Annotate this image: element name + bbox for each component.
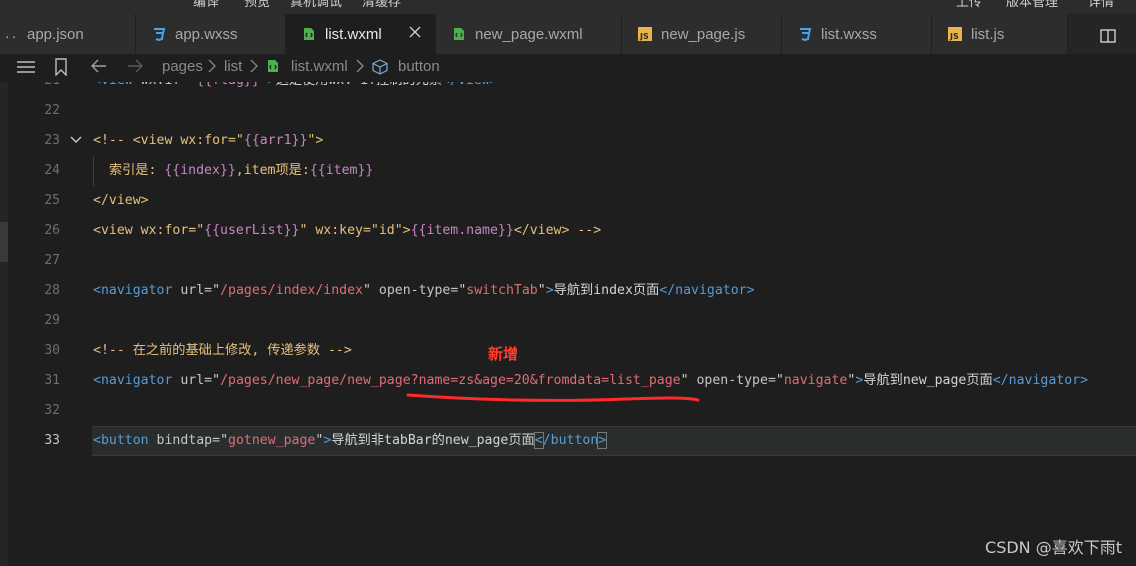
tab-label: new_page.wxml: [475, 25, 583, 43]
code-text: <!-- <view wx:for="{{arr1}}">: [93, 133, 324, 148]
svg-text:..}: ..}: [4, 28, 18, 41]
tab-list-wxml[interactable]: list.wxml: [286, 14, 436, 54]
code-text: <navigator url="/pages/index/index" open…: [93, 283, 755, 298]
code-line[interactable]: 26 <view wx:for="{{userList}}" wx:key="i…: [0, 216, 1136, 246]
css-icon: [798, 27, 812, 41]
menu-details[interactable]: 详情: [1088, 0, 1114, 10]
menu-compile[interactable]: 编译: [193, 0, 219, 10]
tab-new-page-js[interactable]: JS new_page.js: [622, 14, 782, 54]
line-number: 31: [44, 373, 60, 388]
tab-label: app.wxss: [175, 25, 238, 43]
line-number: 23: [44, 133, 60, 148]
fold-chevron-down-icon[interactable]: [70, 134, 82, 146]
js-icon: JS: [638, 27, 652, 41]
code-line[interactable]: 30 <!-- 在之前的基础上修改, 传递参数 -->: [0, 336, 1136, 366]
code-editor[interactable]: 21 <view wx:if="{{flag}}">这是使用wx: if控制的元…: [0, 66, 1136, 566]
line-number: 30: [44, 343, 60, 358]
code-text: <view wx:for="{{userList}}" wx:key="id">…: [93, 223, 602, 238]
line-number: 28: [44, 283, 60, 298]
code-line[interactable]: 28 <navigator url="/pages/index/index" o…: [0, 276, 1136, 306]
menu-device-debug[interactable]: 真机调试: [290, 0, 342, 10]
menu-version[interactable]: 版本管理: [1006, 0, 1058, 10]
code-line-current[interactable]: 33 <button bindtap="gotnew_page">导航到非tab…: [0, 426, 1136, 456]
line-number: 21: [44, 73, 60, 88]
js-icon: JS: [948, 27, 962, 41]
split-editor-icon[interactable]: [1100, 28, 1116, 43]
line-number: 33: [44, 433, 60, 448]
json-icon: ..}: [4, 27, 18, 41]
line-number: 25: [44, 193, 60, 208]
tab-label: app.json: [27, 25, 84, 43]
annotation-underline: [406, 393, 700, 402]
code-text: 索引是: {{index}},item项是:{{item}}: [93, 163, 374, 178]
watermark: CSDN @喜欢下雨t: [985, 538, 1122, 557]
svg-text:JS: JS: [639, 32, 649, 41]
tab-list-js[interactable]: JS list.js: [932, 14, 1068, 54]
line-number: 26: [44, 223, 60, 238]
menu-preview[interactable]: 预览: [244, 0, 270, 10]
close-icon[interactable]: [407, 24, 423, 40]
code-text: <!-- 在之前的基础上修改, 传递参数 -->: [93, 343, 352, 358]
tab-new-page-wxml[interactable]: new_page.wxml: [436, 14, 622, 54]
code-line[interactable]: 22: [0, 96, 1136, 126]
menu-upload[interactable]: 上传: [956, 0, 982, 10]
tab-label: new_page.js: [661, 25, 746, 43]
code-line[interactable]: 25 </view>: [0, 186, 1136, 216]
tab-app-wxss[interactable]: app.wxss: [136, 14, 286, 54]
code-line[interactable]: 23 <!-- <view wx:for="{{arr1}}">: [0, 126, 1136, 156]
tab-list-wxss[interactable]: list.wxss: [782, 14, 932, 54]
line-number: 22: [44, 103, 60, 118]
code-text: <view wx:if="{{flag}}">这是使用wx: if控制的元素</…: [93, 73, 498, 88]
tab-label: list.wxss: [821, 25, 877, 43]
editor-tab-bar: ..} app.json app.wxss list.wxml new_page…: [0, 14, 1136, 55]
line-number: 27: [44, 253, 60, 268]
wxml-icon: [302, 27, 316, 41]
annotation-label: 新增: [488, 345, 519, 363]
code-text: <button bindtap="gotnew_page">导航到非tabBar…: [93, 432, 608, 449]
code-line[interactable]: 24 索引是: {{index}},item项是:{{item}}: [0, 156, 1136, 186]
menu-clear-cache[interactable]: 清缓存: [362, 0, 401, 10]
wxml-icon: [452, 27, 466, 41]
tab-label: list.wxml: [325, 25, 382, 43]
tab-label: list.js: [971, 25, 1005, 43]
tab-app-json[interactable]: ..} app.json: [0, 14, 136, 54]
svg-text:JS: JS: [949, 32, 959, 41]
line-number: 24: [44, 163, 60, 178]
code-line[interactable]: 27: [0, 246, 1136, 276]
code-line[interactable]: 21 <view wx:if="{{flag}}">这是使用wx: if控制的元…: [0, 73, 1136, 96]
line-number: 29: [44, 313, 60, 328]
code-line[interactable]: 29: [0, 306, 1136, 336]
css-icon: [152, 27, 166, 41]
code-text: </view>: [93, 193, 149, 208]
top-menubar: 编译 预览 真机调试 清缓存 上传 版本管理 详情: [0, 0, 1136, 14]
line-number: 32: [44, 403, 60, 418]
